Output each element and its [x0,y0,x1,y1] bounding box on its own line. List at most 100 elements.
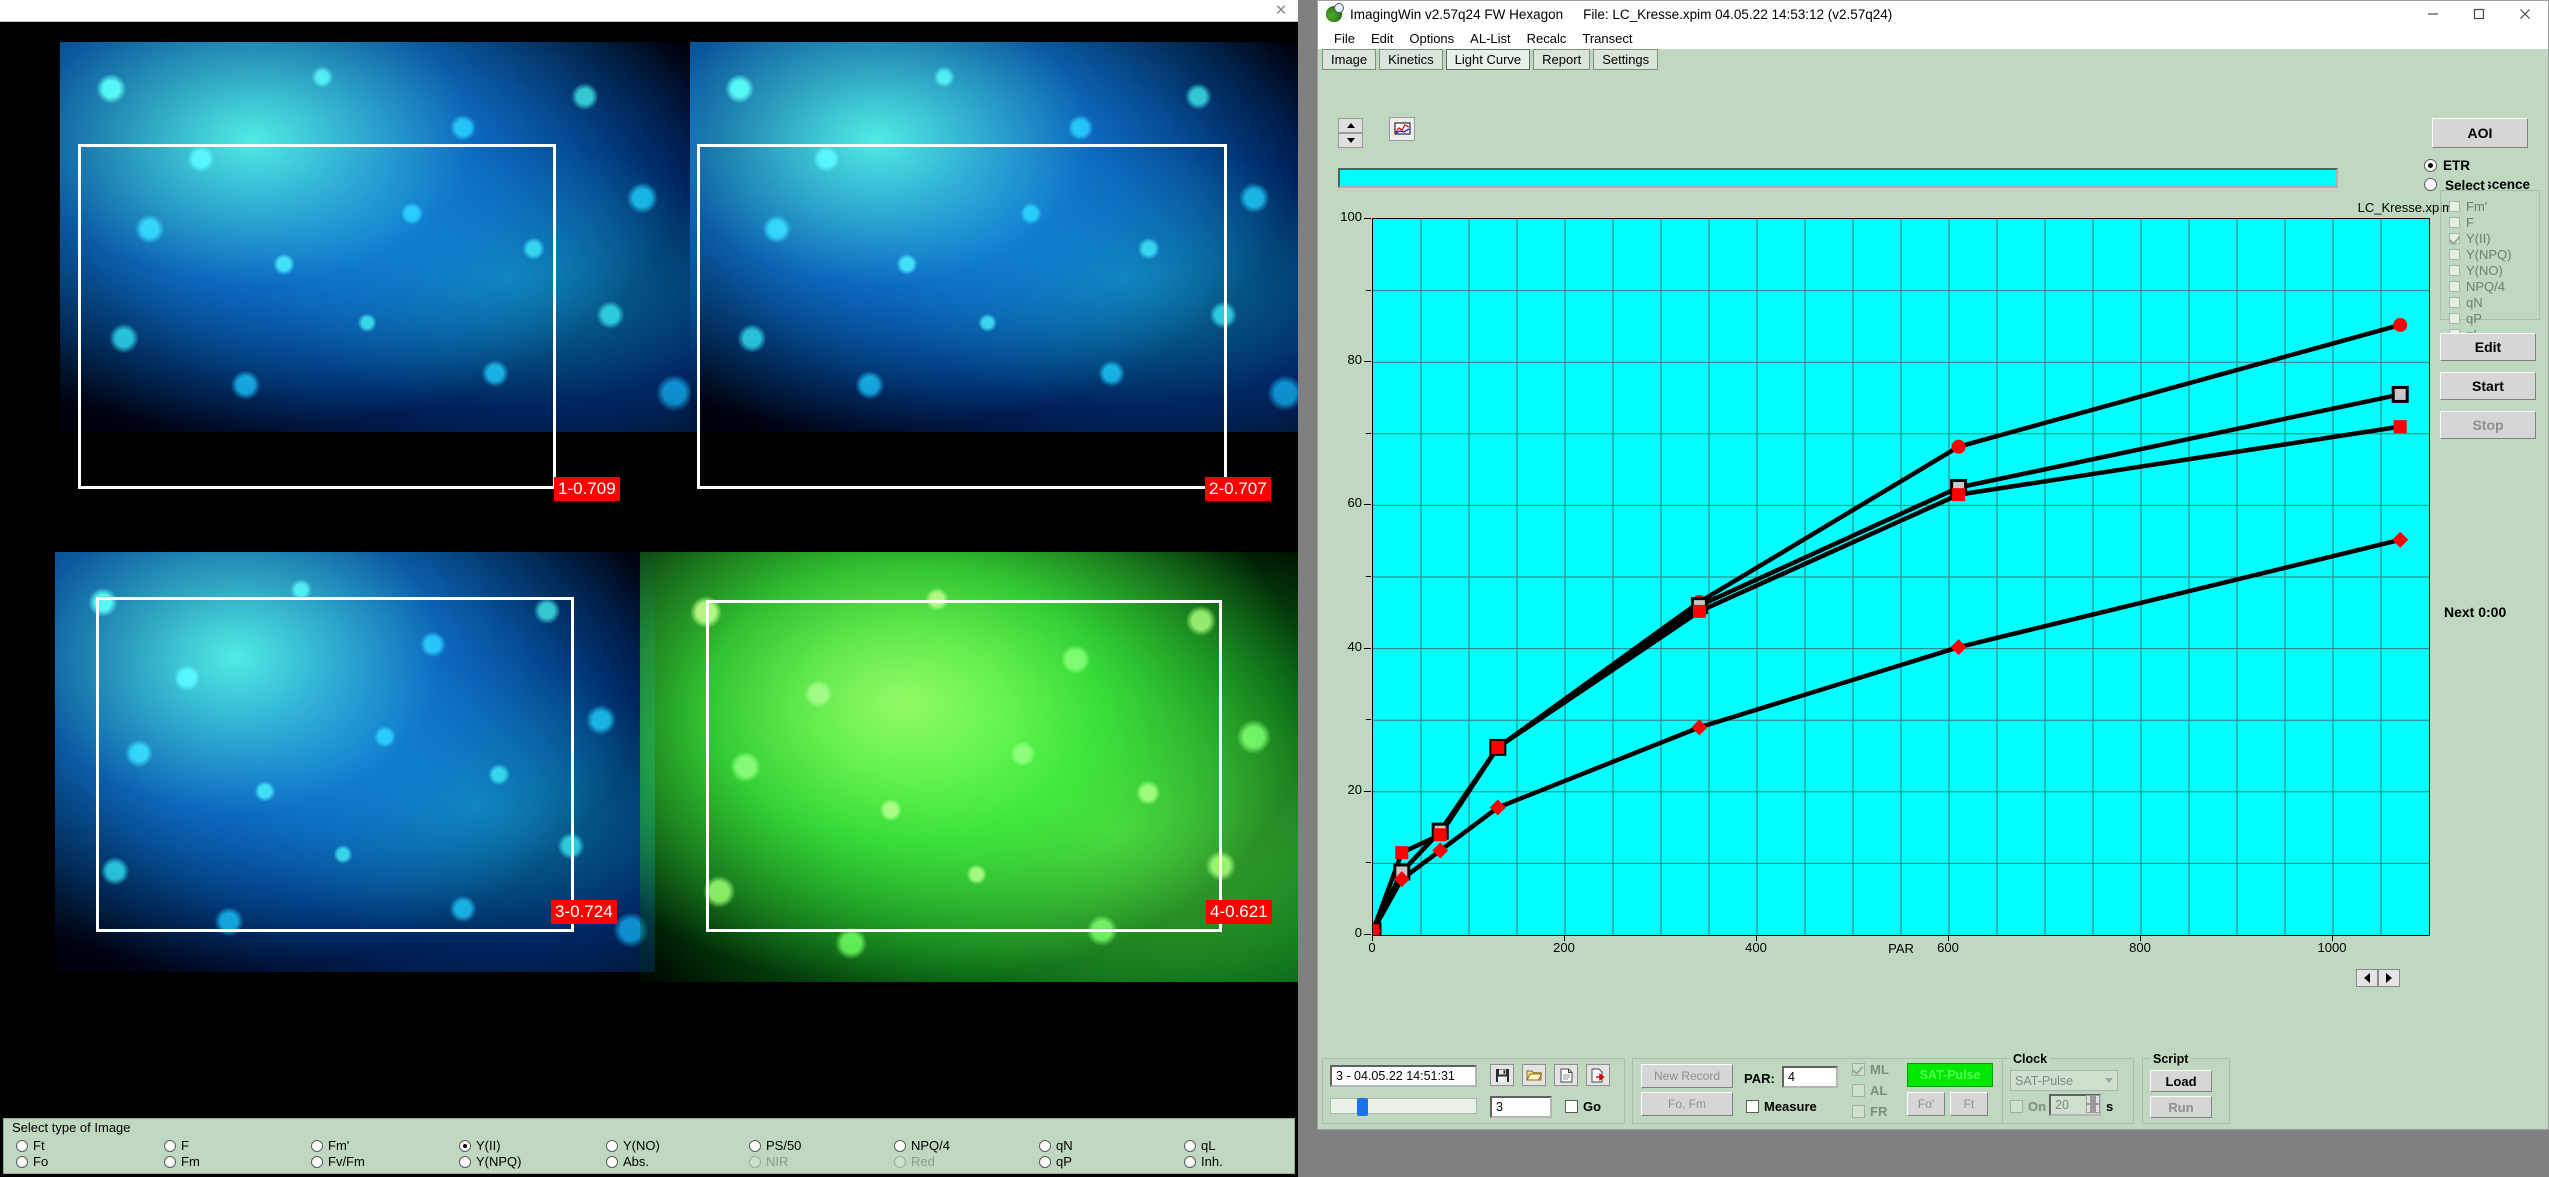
par-value-field[interactable]: 4 [1782,1066,1838,1088]
go-checkbox[interactable]: Go [1565,1099,1601,1114]
image-type-radio-fm-[interactable]: Fm' [311,1138,349,1153]
tab-settings[interactable]: Settings [1593,49,1659,70]
maximize-icon[interactable] [2456,1,2502,27]
graph-settings-button[interactable] [1389,117,1415,141]
tab-light-curve[interactable]: Light Curve [1445,49,1531,70]
prev-arrow-icon[interactable] [2356,969,2378,987]
y-tick-label: 80 [1347,352,1362,368]
aoi-rect-4[interactable] [706,600,1222,932]
record-slider[interactable] [1330,1098,1477,1116]
tab-report[interactable]: Report [1533,49,1591,70]
image-type-radio-nir: NIR [749,1154,788,1169]
fr-checkbox[interactable]: FR [1852,1104,1887,1119]
select-checkbox-qp[interactable]: qP [2449,311,2539,326]
menu-bar: File Edit Options AL-List Recalc Transect [1318,27,2548,49]
save-icon[interactable] [1490,1064,1514,1086]
image-type-radio-label: qL [1201,1138,1216,1153]
tab-kinetics[interactable]: Kinetics [1379,49,1443,70]
chart-scale-spinner[interactable] [1338,118,1363,148]
image-type-radio-abs-[interactable]: Abs. [606,1154,649,1169]
image-type-radio-qn[interactable]: qN [1039,1138,1073,1153]
scale-down-button[interactable] [1338,133,1363,148]
menu-item-edit[interactable]: Edit [1363,30,1401,47]
image-type-radio-inh-[interactable]: Inh. [1184,1154,1223,1169]
select-checkbox-fm-[interactable]: Fm' [2449,199,2539,215]
menu-item-al-list[interactable]: AL-List [1462,30,1518,47]
clock-interval-spinner[interactable] [2086,1095,2100,1113]
image-type-radio-fo[interactable]: Fo [16,1154,48,1169]
select-checkbox-label: Fm' [2466,199,2488,215]
image-type-radio-label: Y(II) [476,1138,501,1153]
image-type-radio-fv-fm[interactable]: Fv/Fm [311,1154,365,1169]
start-button[interactable]: Start [2440,372,2536,400]
checkbox-indicator [1565,1100,1578,1113]
image-type-selector-panel: Select type of Image Ft Fo F Fm Fm' Fv/Fm Y(II… [0,1116,1298,1177]
select-checkbox-y-no-[interactable]: Y(NO) [2449,263,2539,278]
close-icon[interactable]: ✕ [1270,3,1292,19]
chevron-down-icon [2105,1078,2113,1083]
new-record-button: New Record [1641,1064,1733,1088]
checkbox-indicator [2449,297,2460,309]
menu-item-file[interactable]: File [1326,30,1363,47]
menu-item-options[interactable]: Options [1401,30,1462,47]
document-icon[interactable] [1554,1064,1578,1086]
image-type-radio-npq-4[interactable]: NPQ/4 [894,1138,950,1153]
image-type-radio-y-ii-[interactable]: Y(II) [459,1138,501,1153]
aoi-rect-3[interactable] [96,597,574,932]
menu-item-recalc[interactable]: Recalc [1519,30,1575,47]
y-minor-tick-mark [1366,576,1371,577]
script-load-button[interactable]: Load [2150,1070,2212,1092]
app-logo-icon [1326,3,1344,22]
image-type-radio-ql[interactable]: qL [1184,1138,1215,1153]
open-folder-icon[interactable] [1522,1064,1546,1086]
spinner-down-button[interactable] [2086,1104,2100,1113]
aoi-label-3: 3-0.724 [551,900,617,924]
export-arrow-icon [1591,1068,1605,1082]
sat-pulse-button[interactable]: SAT-Pulse [1907,1063,1993,1087]
next-arrow-icon[interactable] [2378,969,2400,987]
select-checkbox-npq-4[interactable]: NPQ/4 [2449,279,2539,294]
aoi-rect-2[interactable] [697,144,1227,489]
record-name-field[interactable]: 3 - 04.05.22 14:51:31 [1330,1065,1477,1087]
ml-checkbox[interactable]: ML [1852,1062,1889,1077]
aoi-rect-1[interactable] [78,144,556,489]
checkbox-indicator [1852,1063,1865,1076]
light-curve-plot[interactable] [1372,218,2430,936]
image-type-radio-ft[interactable]: Ft [16,1138,45,1153]
spinner-up-button[interactable] [2086,1095,2100,1104]
edit-button[interactable]: Edit [2440,333,2536,361]
clock-on-checkbox[interactable]: On [2010,1099,2046,1114]
measure-checkbox[interactable]: Measure [1746,1099,1817,1114]
clock-mode-select[interactable]: SAT-Pulse [2010,1070,2118,1091]
radio-indicator [894,1155,906,1168]
image-type-radio-f[interactable]: F [164,1138,189,1153]
image-type-radio-ps-50[interactable]: PS/50 [749,1138,801,1153]
close-icon[interactable] [2502,1,2548,27]
aoi-button[interactable]: AOI [2432,118,2528,148]
menu-item-transect[interactable]: Transect [1574,30,1640,47]
select-checkbox-f[interactable]: F [2449,215,2539,230]
slider-thumb[interactable] [1357,1098,1368,1116]
minimize-icon[interactable] [2410,1,2456,27]
fluorescence-image-canvas[interactable]: 1-0.709 2-0.707 3-0.724 4-0.621 [0,22,1298,1116]
mode-radio-etr[interactable]: ETR [2424,158,2542,173]
radio-indicator [459,1155,471,1168]
select-type-group: Select type of Image Ft Fo F Fm Fm' Fv/Fm Y(II… [3,1118,1295,1174]
y-minor-tick-mark [1366,432,1371,434]
scale-up-button[interactable] [1338,118,1363,133]
tab-image[interactable]: Image [1322,49,1377,70]
al-checkbox[interactable]: AL [1852,1083,1887,1098]
image-type-radio-y-npq-[interactable]: Y(NPQ) [459,1154,522,1169]
image-type-radio-qp[interactable]: qP [1039,1154,1072,1169]
image-type-radio-y-no-[interactable]: Y(NO) [606,1138,660,1153]
image-type-radio-label: Inh. [1201,1154,1223,1169]
select-checkbox-qn[interactable]: qN [2449,295,2539,310]
script-run-button: Run [2150,1096,2212,1118]
select-checkbox-y-npq-[interactable]: Y(NPQ) [2449,247,2539,262]
export-icon[interactable] [1586,1064,1610,1086]
record-number-field[interactable]: 3 [1490,1096,1552,1118]
select-checkbox-y-ii-[interactable]: Y(II) [2449,231,2539,246]
image-type-radio-fm[interactable]: Fm [164,1154,200,1169]
image-type-radio-label: F [181,1138,189,1153]
x-tick-mark [1948,935,1949,941]
